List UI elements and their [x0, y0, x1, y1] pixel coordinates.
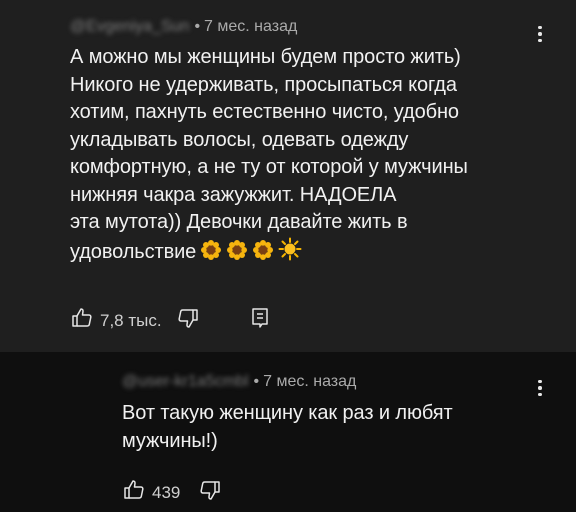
reply-comment: @user-kr1a5cmbl • 7 мес. назад Вот такую ж…	[0, 352, 576, 512]
sunflower-icon	[200, 239, 222, 270]
like-count: 439	[152, 482, 181, 502]
more-options-button[interactable]	[528, 374, 552, 402]
thumbs-up-icon[interactable]	[122, 478, 146, 507]
thumbs-up-icon[interactable]	[70, 306, 94, 335]
comment-time[interactable]: 7 мес. назад	[204, 18, 297, 35]
comment-text: Вот такую женщину как раз и любят мужчин…	[122, 402, 453, 452]
comment-actions: 439	[122, 478, 222, 507]
sunflower-icon	[226, 239, 248, 270]
thumbs-down-icon[interactable]	[176, 306, 200, 335]
meta-separator: •	[194, 18, 201, 35]
like-count: 7,8 тыс.	[100, 310, 162, 330]
comment-text: А можно мы женщины будем просто жить) Ни…	[70, 44, 540, 269]
comment-author[interactable]: @Evgeniya_Sun	[70, 18, 189, 35]
comment-author[interactable]: @user-kr1a5cmbl	[122, 373, 249, 390]
meta-separator: •	[253, 373, 260, 390]
comment: @Evgeniya_Sun • 7 мес. назад А можно мы же…	[0, 0, 576, 352]
reply-icon[interactable]	[248, 306, 272, 335]
comment-actions: 7,8 тыс.	[70, 306, 272, 335]
comment-time[interactable]: 7 мес. назад	[263, 373, 356, 390]
comment-meta: @user-kr1a5cmbl • 7 мес. назад	[122, 373, 356, 391]
comment-text-body: А можно мы женщины будем просто жить) Ни…	[70, 46, 468, 263]
sun-icon	[278, 237, 302, 270]
comment-meta: @Evgeniya_Sun • 7 мес. назад	[70, 18, 297, 36]
sunflower-icon	[252, 239, 274, 270]
thumbs-down-icon[interactable]	[198, 478, 222, 507]
